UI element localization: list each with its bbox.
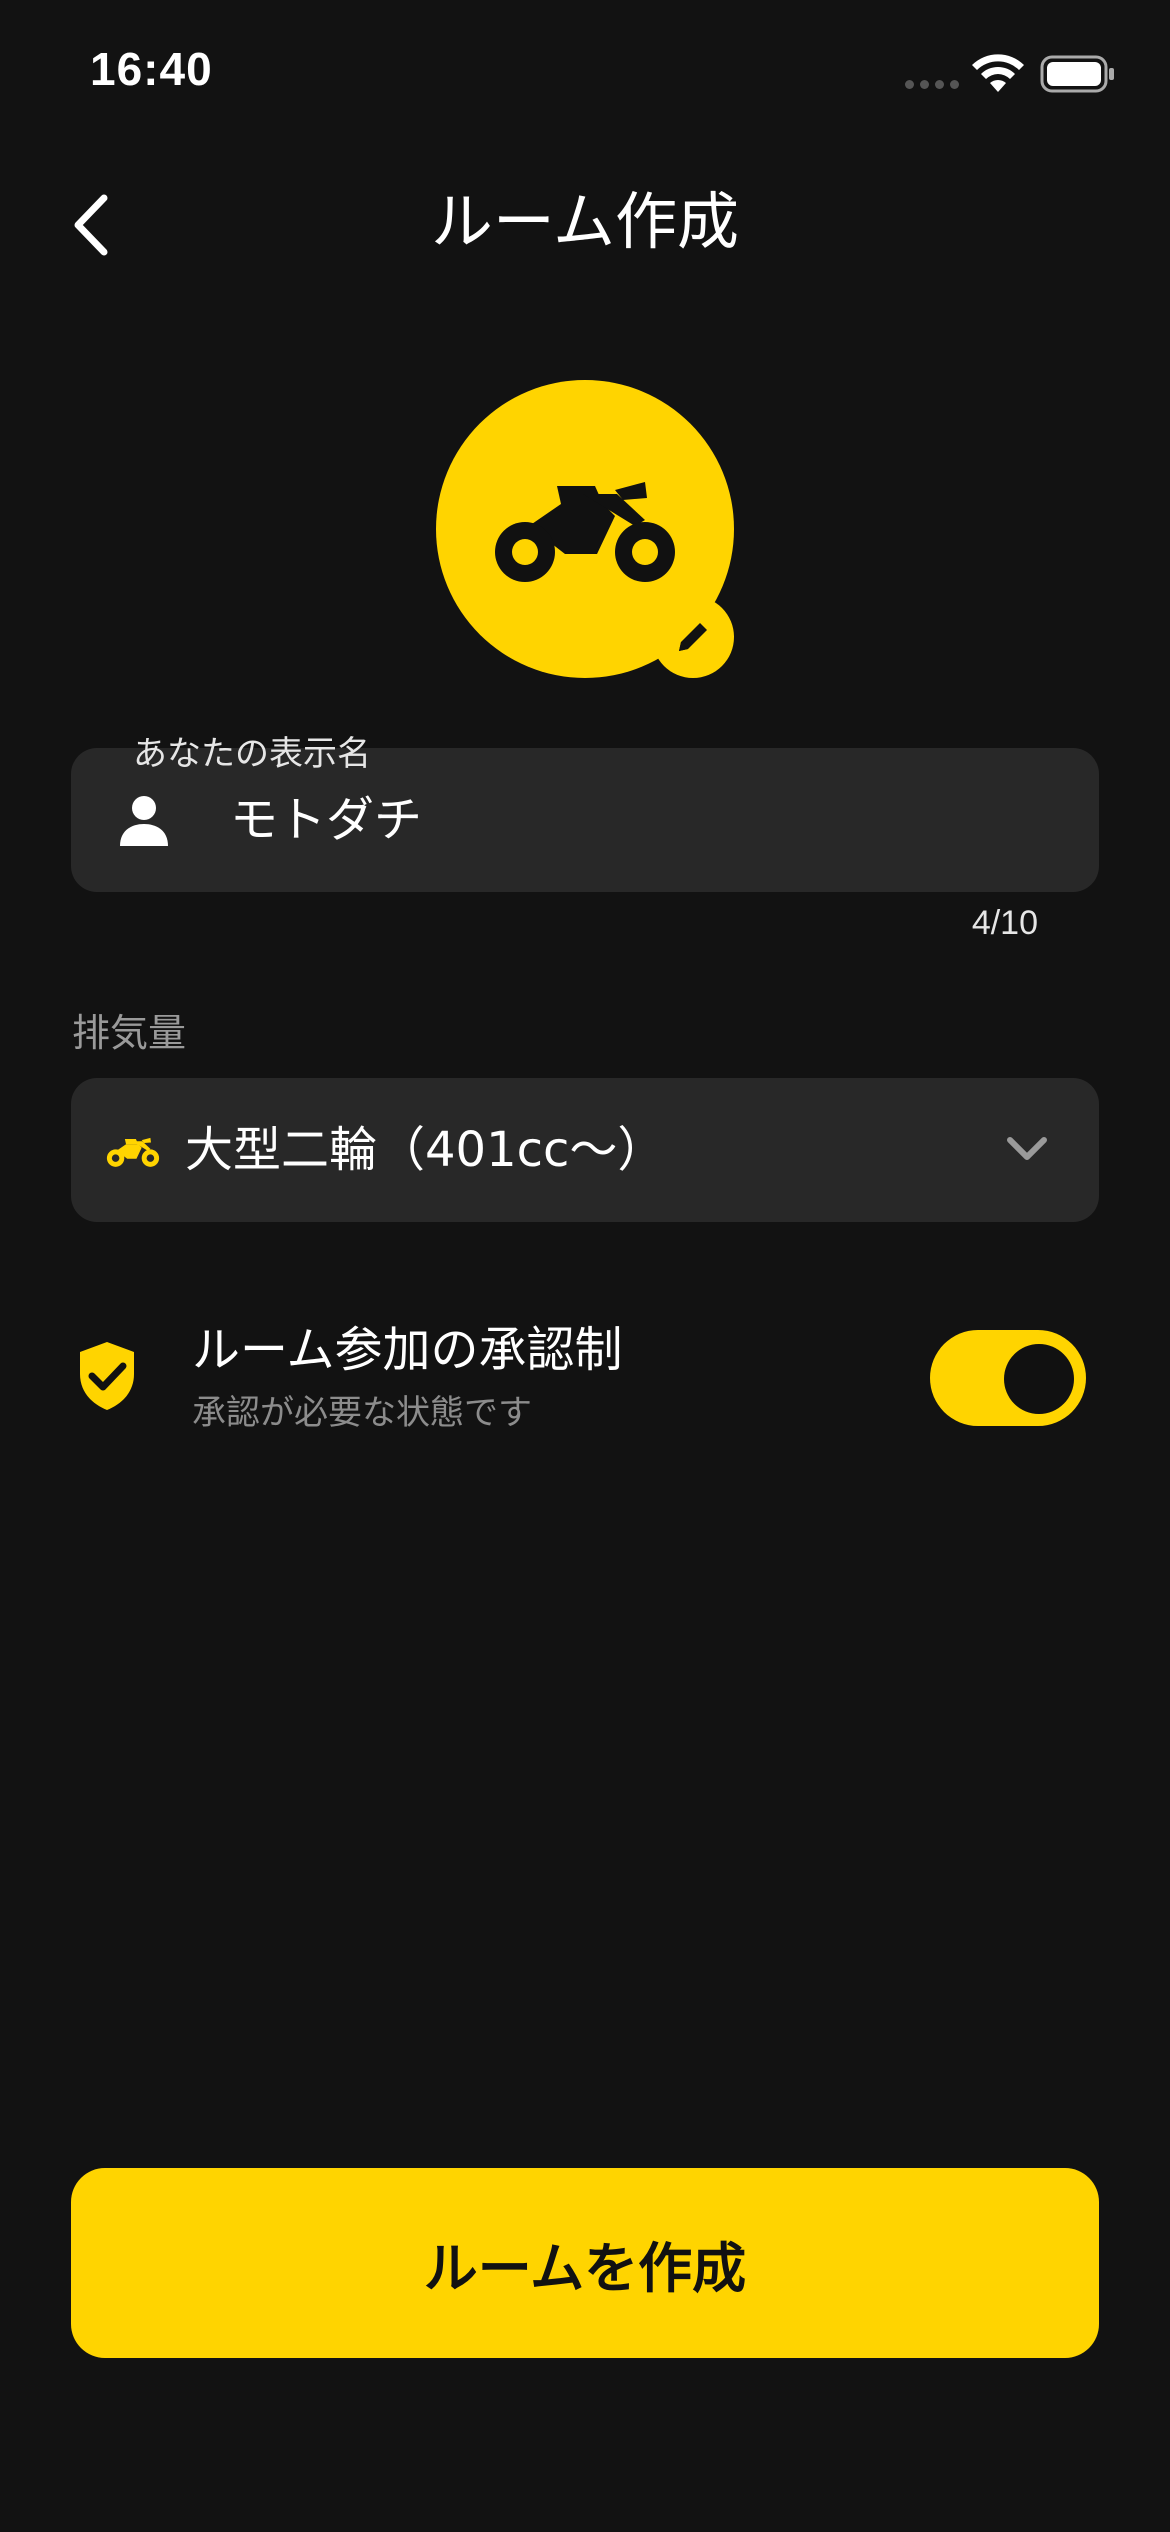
chevron-down-icon bbox=[1007, 1137, 1047, 1160]
display-name-label: あなたの表示名 bbox=[133, 734, 371, 774]
status-time: 16:40 bbox=[90, 43, 213, 95]
displacement-selected-value: 大型二輪（401cc～） bbox=[185, 1122, 666, 1178]
pencil-icon bbox=[679, 623, 707, 651]
cellular-signal-icon bbox=[905, 80, 959, 89]
toggle-knob bbox=[1004, 1344, 1074, 1414]
approval-toggle[interactable] bbox=[930, 1330, 1086, 1426]
motorcycle-icon bbox=[106, 1137, 160, 1167]
wifi-icon bbox=[972, 54, 1024, 92]
person-icon bbox=[120, 796, 168, 846]
approval-subtitle: 承認が必要な状態です bbox=[192, 1393, 532, 1433]
battery-icon bbox=[1040, 55, 1114, 93]
display-name-input[interactable]: モトダチ bbox=[230, 788, 422, 852]
create-room-button[interactable]: ルームを作成 bbox=[71, 2168, 1099, 2358]
page-title: ルーム作成 bbox=[430, 185, 740, 258]
motorcycle-icon bbox=[495, 482, 675, 582]
approval-title: ルーム参加の承認制 bbox=[192, 1322, 623, 1378]
shield-check-icon bbox=[80, 1342, 134, 1410]
displacement-label: 排気量 bbox=[72, 1011, 187, 1055]
char-count: 4/10 bbox=[971, 904, 1038, 942]
edit-avatar-button[interactable] bbox=[652, 596, 734, 678]
